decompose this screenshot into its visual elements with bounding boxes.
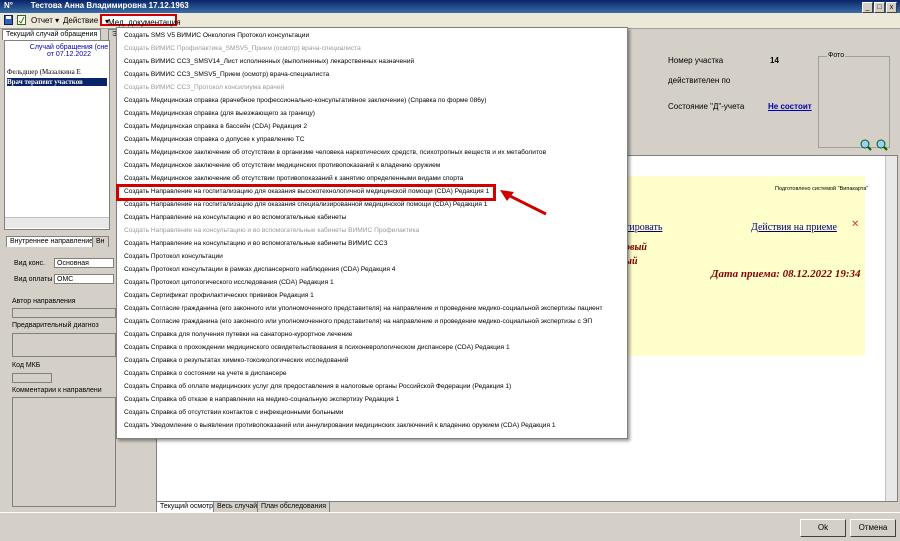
- menu-item: Создать Направление на консультацию и во…: [124, 227, 420, 234]
- report-icon[interactable]: [17, 15, 26, 25]
- zoom-in-icon[interactable]: [860, 139, 872, 153]
- save-icon[interactable]: [4, 15, 13, 25]
- minimize-button[interactable]: _: [862, 2, 873, 13]
- menu-item[interactable]: Создать Справка о прохождении медицинско…: [124, 341, 510, 354]
- window-titlebar: N° Тестова Анна Владимировна 17.12.1963 …: [0, 0, 900, 13]
- menu-item: Создать ВИМИС Профилактика_SMSV5_Прием (…: [124, 45, 361, 52]
- valid-until-label: действителен по: [668, 76, 731, 85]
- italic-text-1: овый: [625, 242, 647, 253]
- cancel-button[interactable]: Отмена: [850, 519, 896, 537]
- tree-row-therapist[interactable]: Врач терапевт участков: [7, 78, 107, 86]
- menu-item[interactable]: Создать Медицинское заключение об отсутс…: [124, 159, 440, 172]
- menu-report[interactable]: Отчет ▾: [31, 16, 59, 25]
- payment-type-label: Вид оплаты: [14, 276, 53, 283]
- menu-item[interactable]: Создать Справка для получения путевки на…: [124, 328, 352, 341]
- visit-actions-link[interactable]: Действия на приеме: [751, 222, 837, 233]
- menu-med-docs[interactable]: Мед. документация ▾: [100, 14, 181, 27]
- d-status-link[interactable]: Не состоит: [768, 102, 812, 111]
- menu-item[interactable]: Создать Согласие гражданина (его законно…: [124, 315, 592, 328]
- menu-item[interactable]: Создать Медицинская справка в бассейн (C…: [124, 120, 307, 133]
- d-status-label: Состояние "Д"-учета: [668, 102, 745, 111]
- menu-item[interactable]: Создать Справка об отказе в направлении …: [124, 393, 399, 406]
- red-arrow-annotation: [498, 188, 548, 220]
- diagnosis-label: Предварительный диагноз: [12, 322, 99, 329]
- case-tree: Случай обращения (сне от 07.12.2022 Фель…: [4, 40, 110, 230]
- menu-item[interactable]: Создать Медицинская справка (для выезжаю…: [124, 107, 315, 120]
- menu-item[interactable]: Создать Согласие гражданина (его законно…: [124, 302, 603, 315]
- comments-label: Комментарии к направлени: [12, 387, 102, 394]
- tab-whole-case[interactable]: Весь случай: [213, 501, 262, 512]
- menu-item[interactable]: Создать Справка о состоянии на учете в д…: [124, 367, 287, 380]
- tab-internal-referral[interactable]: Внутреннее направление: [6, 236, 98, 247]
- author-field[interactable]: [12, 308, 116, 318]
- diagnosis-field[interactable]: [12, 333, 116, 357]
- med-docs-dropdown: Создать SMS V5 ВИМИС Онкология Протокол …: [116, 27, 628, 439]
- cons-type-label: Вид конс.: [14, 260, 45, 267]
- menu-item[interactable]: Создать Направление на консультацию и во…: [124, 211, 346, 224]
- maximize-button[interactable]: □: [874, 2, 885, 13]
- mkb-field[interactable]: [12, 373, 52, 383]
- menu-item[interactable]: Создать Направление на госпитализацию дл…: [124, 185, 489, 198]
- menu-item[interactable]: Создать SMS V5 ВИМИС Онкология Протокол …: [124, 29, 309, 42]
- menu-item[interactable]: Создать Направление на госпитализацию дл…: [124, 198, 487, 211]
- zoom-out-icon[interactable]: [876, 139, 888, 153]
- prepared-by-text: Подготовлено системой "Випакарта": [775, 186, 869, 192]
- close-button[interactable]: x: [886, 2, 897, 13]
- menu-item[interactable]: Создать ВИМИС ССЗ_SMSV14_Лист исполненны…: [124, 55, 414, 68]
- ok-button[interactable]: Ok: [800, 519, 846, 537]
- menu-item[interactable]: Создать Протокол цитологического исследо…: [124, 276, 334, 289]
- author-label: Автор направления: [12, 298, 76, 305]
- comments-field[interactable]: [12, 397, 116, 507]
- menu-item[interactable]: Создать Направление на консультацию и во…: [124, 237, 388, 250]
- bottom-bar: Ok Отмена: [0, 512, 900, 541]
- close-card-icon[interactable]: ✕: [851, 219, 859, 230]
- tab-exam-plan[interactable]: План обследования: [257, 501, 331, 512]
- photo-label: Фото: [827, 52, 846, 59]
- menu-item: Создать ВИМИС ССЗ_Протокол консилиума вр…: [124, 84, 285, 91]
- menu-item[interactable]: Создать Сертификат профилактических прив…: [124, 289, 314, 302]
- menu-item[interactable]: Создать Протокол консультации: [124, 250, 223, 263]
- tree-row-feldsher[interactable]: Фельдшер (Мазалкина Е: [7, 68, 81, 76]
- menu-item[interactable]: Создать Медицинская справка (врачебное п…: [124, 94, 486, 107]
- window-title: N° Тестова Анна Владимировна 17.12.1963: [4, 1, 189, 10]
- menu-item[interactable]: Создать Справка о результатах химико-ток…: [124, 354, 348, 367]
- menu-item[interactable]: Создать Медицинское заключение об отсутс…: [124, 146, 546, 159]
- mkb-label: Код МКБ: [12, 362, 41, 369]
- patient-info-panel: Номер участка 14 действителен по Состоян…: [634, 40, 896, 150]
- menu-item[interactable]: Создать Справка об оплате медицинских ус…: [124, 380, 511, 393]
- menu-item[interactable]: Создать Медицинское заключение об отсутс…: [124, 172, 463, 185]
- menu-item[interactable]: Создать Уведомление о выявлении противоп…: [124, 419, 556, 432]
- content-vscrollbar[interactable]: [885, 156, 897, 501]
- tab-current-case[interactable]: Текущий случай обращения: [2, 29, 102, 40]
- menu-item[interactable]: Создать Протокол консультации в рамках д…: [124, 263, 395, 276]
- menu-action[interactable]: Действие ▾: [63, 16, 104, 25]
- menu-item[interactable]: Создать Медицинская справка о допуске к …: [124, 133, 304, 146]
- area-number-label: Номер участка: [668, 56, 724, 65]
- menu-item[interactable]: Создать ВИМИС ССЗ_SMSV5_Прием (осмотр) в…: [124, 68, 329, 81]
- tab-external-referral[interactable]: Вн: [92, 236, 109, 247]
- area-number-value: 14: [770, 56, 779, 65]
- case-header[interactable]: Случай обращения (сне от 07.12.2022: [29, 44, 109, 58]
- visit-date: Дата приема: 08.12.2022 19:34: [711, 268, 861, 280]
- edit-link[interactable]: тировать: [625, 222, 662, 233]
- payment-type-select[interactable]: ОМС: [54, 274, 114, 284]
- menu-item[interactable]: Создать Справка об отсутствии контактов …: [124, 406, 343, 419]
- cons-type-select[interactable]: Основная: [54, 258, 114, 268]
- tab-current-exam[interactable]: Текущий осмотр: [156, 501, 217, 512]
- tree-hscrollbar[interactable]: [5, 217, 109, 228]
- photo-frame: Фото: [818, 52, 890, 148]
